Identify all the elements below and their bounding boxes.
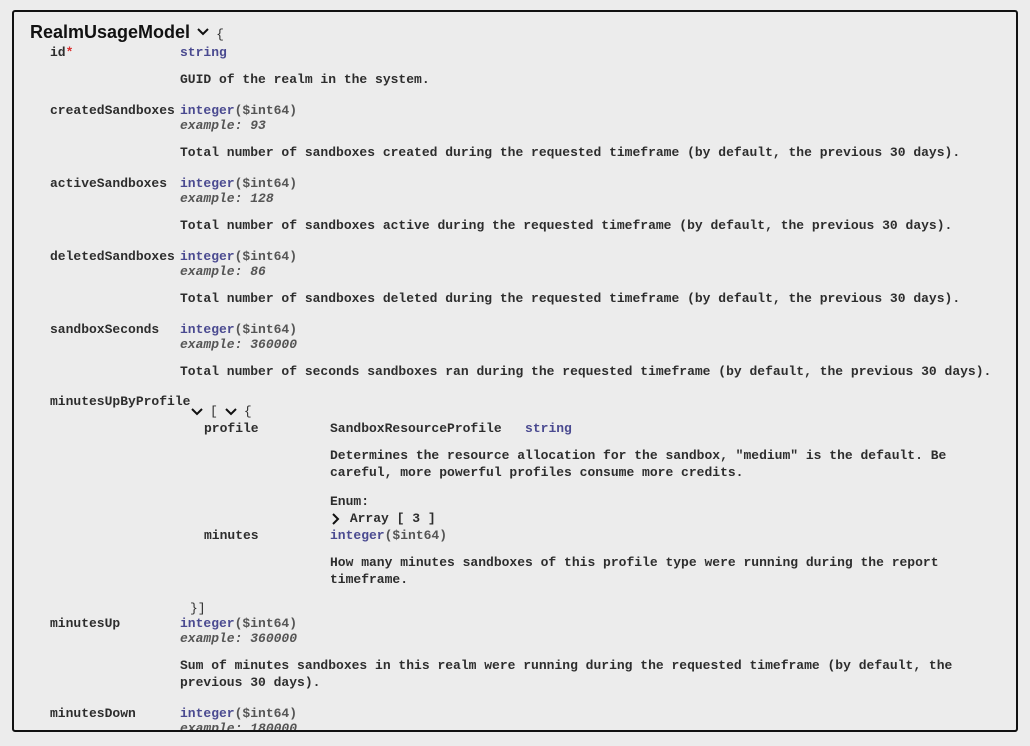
property-name: minutesUpByProfile xyxy=(30,394,180,409)
example-line: example: 128 xyxy=(180,191,1000,206)
example-line: example: 360000 xyxy=(180,337,1000,352)
property-name: createdSandboxes xyxy=(30,103,180,118)
property-description: Total number of sandboxes active during … xyxy=(180,218,1000,235)
type-keyword: string xyxy=(525,421,572,436)
property-description: Determines the resource allocation for t… xyxy=(330,448,1000,482)
type-format: ($int64) xyxy=(235,706,297,721)
type-keyword: integer xyxy=(180,103,235,118)
property-name: sandboxSeconds xyxy=(30,322,180,337)
example-line: example: 180000 xyxy=(180,721,1000,732)
property-description: Sum of minutes sandboxes in this realm w… xyxy=(180,658,1000,692)
model-panel: RealmUsageModel { id* string GUID of the… xyxy=(12,10,1018,732)
type-keyword: integer xyxy=(180,616,235,631)
enum-label: Enum: xyxy=(330,494,1000,509)
type-format: ($int64) xyxy=(235,103,297,118)
object-open-brace: { xyxy=(244,404,252,419)
property-description: Total number of sandboxes deleted during… xyxy=(180,291,1000,308)
example-line: example: 360000 xyxy=(180,631,1000,646)
enum-array-toggle[interactable]: Array [ 3 ] xyxy=(350,511,436,526)
required-star-icon: * xyxy=(66,45,74,60)
open-brace: { xyxy=(216,27,224,42)
property-name: minutesUp xyxy=(30,616,180,631)
array-close-bracket: }] xyxy=(180,601,1000,616)
chevron-down-icon[interactable] xyxy=(190,406,204,418)
example-line: example: 86 xyxy=(180,264,1000,279)
property-name-id: id xyxy=(50,45,66,60)
type-format: ($int64) xyxy=(235,322,297,337)
type-keyword: integer xyxy=(330,528,385,543)
model-name[interactable]: RealmUsageModel xyxy=(30,22,190,43)
property-description: How many minutes sandboxes of this profi… xyxy=(330,555,1000,589)
property-name: activeSandboxes xyxy=(30,176,180,191)
type-keyword: integer xyxy=(180,322,235,337)
example-line: example: 93 xyxy=(180,118,1000,133)
property-description: Total number of seconds sandboxes ran du… xyxy=(180,364,1000,381)
type-keyword: string xyxy=(180,45,227,60)
chevron-right-icon[interactable] xyxy=(330,511,350,526)
sub-property-name: profile xyxy=(180,421,330,436)
property-description: GUID of the realm in the system. xyxy=(180,72,1000,89)
schema-ref-name: SandboxResourceProfile xyxy=(330,421,502,436)
property-name: deletedSandboxes xyxy=(30,249,180,264)
type-keyword: integer xyxy=(180,249,235,264)
type-format: ($int64) xyxy=(235,616,297,631)
type-keyword: integer xyxy=(180,706,235,721)
type-format: ($int64) xyxy=(235,249,297,264)
type-keyword: integer xyxy=(180,176,235,191)
chevron-down-icon[interactable] xyxy=(196,26,210,38)
array-open-bracket: [ xyxy=(210,404,218,419)
property-description: Total number of sandboxes created during… xyxy=(180,145,1000,162)
sub-property-name: minutes xyxy=(180,528,330,543)
type-format: ($int64) xyxy=(235,176,297,191)
chevron-down-icon[interactable] xyxy=(224,406,238,418)
property-name: minutesDown xyxy=(30,706,180,721)
type-format: ($int64) xyxy=(385,528,447,543)
